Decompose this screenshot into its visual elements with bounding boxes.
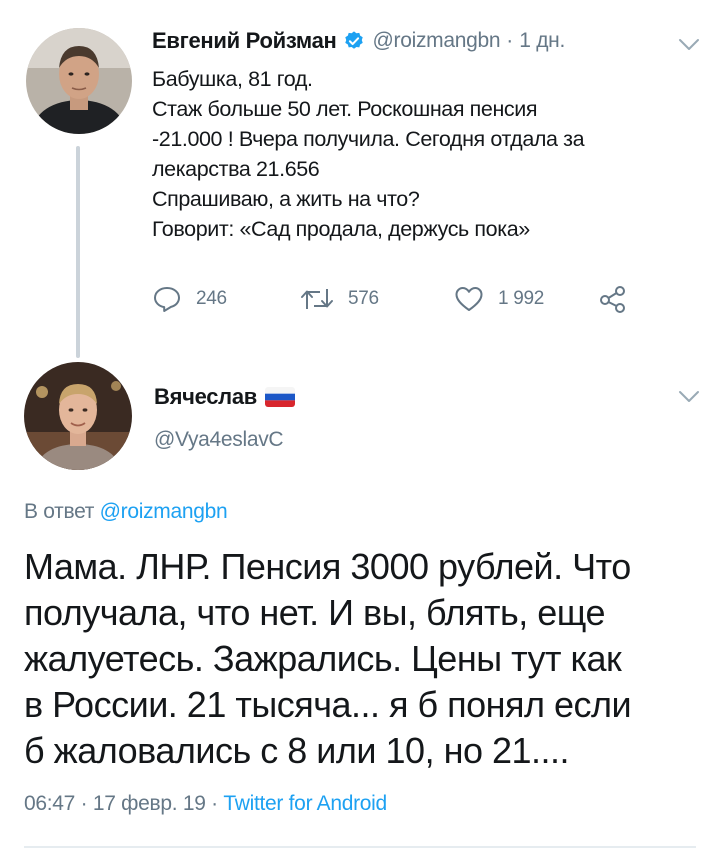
header-separator: ·: [506, 29, 514, 52]
tweet-text-line: Бабушка, 81 год.: [152, 67, 313, 91]
tweet-text-line: б жаловались с 8 или 10, но 21....: [24, 730, 570, 771]
parent-tweet-header: Евгений Ройзман @roizmangbn · 1 дн.: [152, 24, 565, 58]
reply-author-handle[interactable]: @Vya4eslavC: [154, 428, 284, 452]
reply-author-avatar[interactable]: [24, 362, 132, 470]
avatar-photo-icon: [24, 362, 132, 470]
russian-flag-icon: [265, 387, 296, 407]
tweet-metadata: 06:47 · 17 февр. 19 · Twitter for Androi…: [24, 792, 387, 816]
reply-tweet-text: Мама. ЛНР. Пенсия 3000 рублей. Что получ…: [24, 544, 704, 774]
tweet-text-line: лекарства 21.656: [152, 157, 320, 181]
tweet-text-line: получала, что нет. И вы, блять, еще: [24, 592, 606, 633]
chevron-down-icon[interactable]: [678, 38, 700, 52]
reply-context: В ответ @roizmangbn: [24, 500, 228, 524]
reply-count: 246: [196, 288, 227, 309]
reply-prefix: В ответ: [24, 500, 95, 523]
meta-separator: ·: [211, 792, 218, 815]
tweet-text-line: Мама. ЛНР. Пенсия 3000 рублей. Что: [24, 546, 631, 587]
tweet-text-line: жалуетесь. Зажрались. Цены тут как: [24, 638, 622, 679]
retweet-button[interactable]: 576: [300, 282, 379, 316]
thread-connector-line: [76, 146, 80, 358]
reply-author-name[interactable]: Вячеслав: [154, 384, 257, 410]
parent-tweet-text: Бабушка, 81 год. Стаж больше 50 лет. Рос…: [152, 64, 692, 244]
share-icon: [600, 286, 625, 313]
share-button[interactable]: [598, 282, 628, 316]
tweet-text-line: в России. 21 тысяча... я б понял если: [24, 684, 632, 725]
avatar-photo-icon: [26, 28, 132, 134]
reply-mention-link[interactable]: @roizmangbn: [100, 500, 228, 523]
tweet-time[interactable]: 06:47: [24, 792, 75, 815]
tweet-text-line: Спрашиваю, а жить на что?: [152, 187, 420, 211]
meta-separator: ·: [80, 792, 88, 815]
chevron-down-icon[interactable]: [678, 390, 700, 404]
parent-author-handle[interactable]: @roizmangbn: [373, 29, 501, 53]
tweet-text-line: Стаж больше 50 лет. Роскошная пенсия: [152, 97, 538, 121]
like-count: 1 992: [498, 288, 545, 309]
reply-tweet-header: Вячеслав: [154, 380, 296, 414]
divider: [24, 846, 696, 848]
retweet-icon: [301, 289, 333, 309]
tweet-text-line: -21.000 ! Вчера получила. Сегодня отдала…: [152, 127, 585, 151]
like-icon: [455, 287, 483, 311]
verified-badge-icon: [343, 30, 365, 52]
tweet-source-link[interactable]: Twitter for Android: [223, 792, 387, 815]
tweet-text-line: Говорит: «Сад продала, держусь пока»: [152, 217, 530, 241]
tweet-action-bar: 246 576 1 992: [152, 282, 652, 316]
parent-author-avatar[interactable]: [26, 28, 132, 134]
parent-author-name[interactable]: Евгений Ройзман: [152, 28, 337, 54]
retweet-count: 576: [348, 288, 379, 309]
tweet-date[interactable]: 17 февр. 19: [93, 792, 206, 815]
reply-icon: [154, 287, 180, 312]
reply-button[interactable]: 246: [152, 282, 227, 316]
parent-tweet[interactable]: Евгений Ройзман @roizmangbn · 1 дн. Бабу…: [0, 0, 720, 360]
parent-tweet-time[interactable]: 1 дн.: [519, 29, 565, 53]
like-button[interactable]: 1 992: [454, 282, 544, 316]
